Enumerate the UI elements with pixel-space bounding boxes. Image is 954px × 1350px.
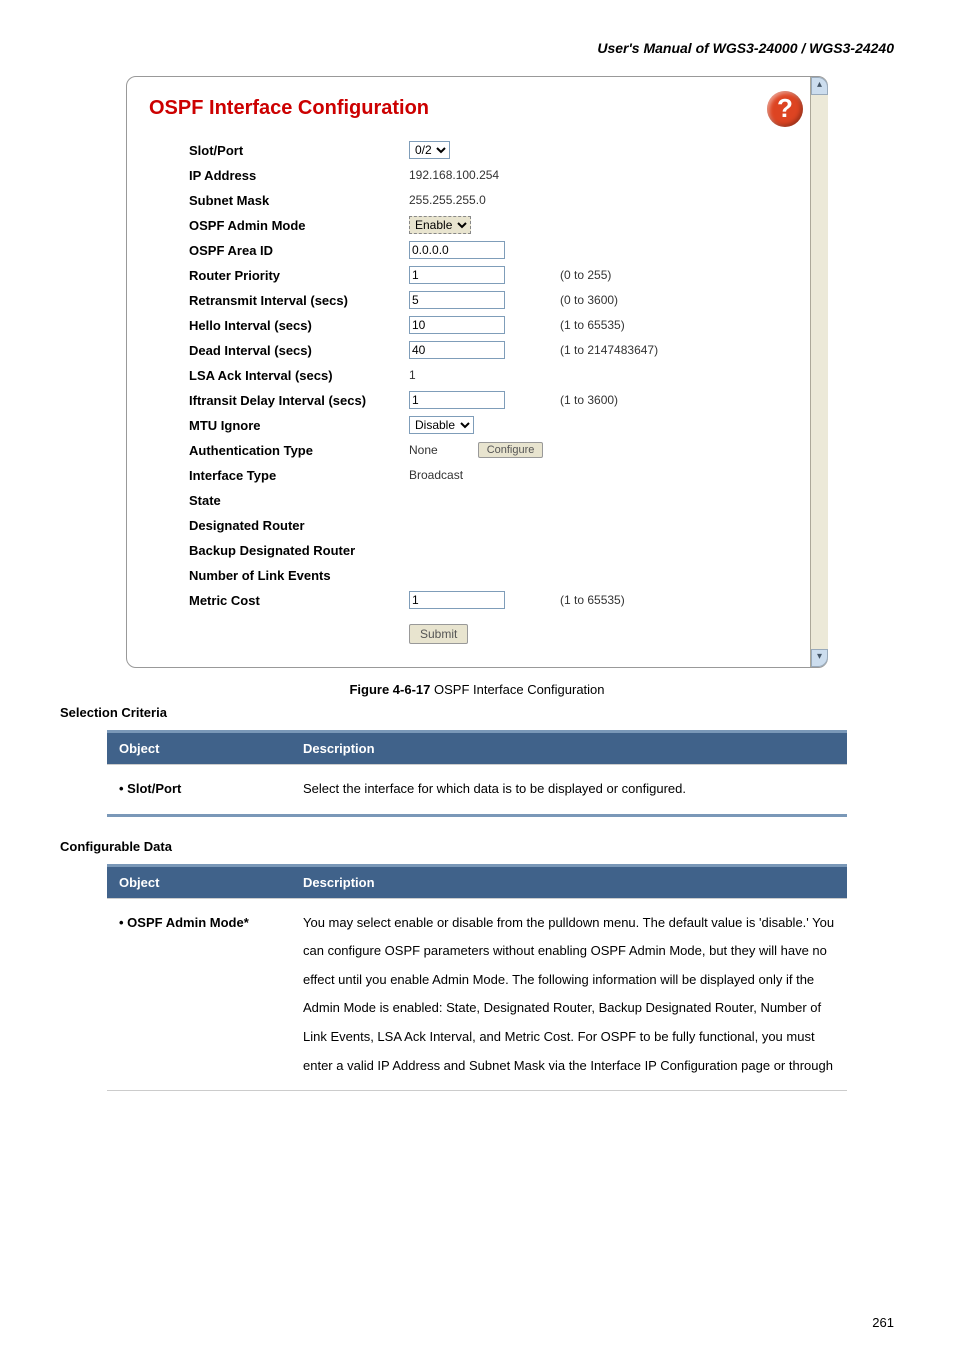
value-lsa-ack: 1 — [409, 368, 416, 382]
submit-button[interactable]: Submit — [409, 624, 468, 644]
label-hello: Hello Interval (secs) — [189, 318, 409, 333]
range-hello: (1 to 65535) — [560, 318, 625, 332]
label-iftransit: Iftransit Delay Interval (secs) — [189, 393, 409, 408]
label-metric: Metric Cost — [189, 593, 409, 608]
router-priority-input[interactable] — [409, 266, 505, 284]
label-dr: Designated Router — [189, 518, 409, 533]
range-iftransit: (1 to 3600) — [560, 393, 618, 407]
label-bdr: Backup Designated Router — [189, 543, 409, 558]
metric-input[interactable] — [409, 591, 505, 609]
cell-object: Slot/Port — [119, 781, 181, 796]
th-desc: Description — [291, 732, 847, 765]
range-metric: (1 to 65535) — [560, 593, 625, 607]
label-router-priority: Router Priority — [189, 268, 409, 283]
panel-title: OSPF Interface Configuration — [149, 97, 805, 120]
th-object: Object — [107, 732, 291, 765]
slot-port-select[interactable]: 0/2 — [409, 141, 450, 159]
value-auth: None — [409, 443, 438, 457]
table-row: Slot/Port Select the interface for which … — [107, 765, 847, 816]
configure-button[interactable]: Configure — [478, 442, 544, 458]
page-number: 261 — [872, 1315, 894, 1330]
screenshot-panel: ▴▾ ? OSPF Interface Configuration Slot/P… — [126, 76, 828, 668]
th-desc: Description — [291, 865, 847, 898]
range-retransmit: (0 to 3600) — [560, 293, 618, 307]
label-subnet-mask: Subnet Mask — [189, 193, 409, 208]
range-dead: (1 to 2147483647) — [560, 343, 658, 357]
table-configurable: ObjectDescription OSPF Admin Mode* You ma… — [107, 864, 847, 1092]
th-object: Object — [107, 865, 291, 898]
cell-desc: You may select enable or disable from th… — [291, 898, 847, 1091]
label-mtu: MTU Ignore — [189, 418, 409, 433]
label-dead: Dead Interval (secs) — [189, 343, 409, 358]
section-configurable-data: Configurable Data — [60, 839, 894, 854]
help-icon[interactable]: ? — [767, 91, 803, 127]
value-ip-address: 192.168.100.254 — [409, 168, 499, 182]
dead-input[interactable] — [409, 341, 505, 359]
value-subnet-mask: 255.255.255.0 — [409, 193, 486, 207]
area-id-input[interactable] — [409, 241, 505, 259]
table-selection: ObjectDescription Slot/Port Select the in… — [107, 730, 847, 817]
mtu-select[interactable]: Disable — [409, 416, 474, 434]
scroll-up-icon[interactable]: ▴ — [811, 77, 828, 95]
label-state: State — [189, 493, 409, 508]
label-nle: Number of Link Events — [189, 568, 409, 583]
cell-desc: Select the interface for which data is t… — [291, 765, 847, 816]
hello-input[interactable] — [409, 316, 505, 334]
retransmit-input[interactable] — [409, 291, 505, 309]
scrollbar[interactable]: ▴▾ — [810, 77, 828, 667]
label-auth: Authentication Type — [189, 443, 409, 458]
label-slot-port: Slot/Port — [189, 143, 409, 158]
figure-caption: Figure 4-6-17 OSPF Interface Configurati… — [60, 682, 894, 697]
value-interface-type: Broadcast — [409, 468, 463, 482]
table-row: OSPF Admin Mode* You may select enable or… — [107, 898, 847, 1091]
label-ip-address: IP Address — [189, 168, 409, 183]
page-header: User's Manual of WGS3-24000 / WGS3-24240 — [60, 40, 894, 56]
label-lsa-ack: LSA Ack Interval (secs) — [189, 368, 409, 383]
cell-object: OSPF Admin Mode* — [119, 915, 249, 930]
iftransit-input[interactable] — [409, 391, 505, 409]
section-selection-criteria: Selection Criteria — [60, 705, 894, 720]
label-area-id: OSPF Area ID — [189, 243, 409, 258]
label-admin-mode: OSPF Admin Mode — [189, 218, 409, 233]
admin-mode-select[interactable]: Enable — [409, 216, 471, 234]
label-interface-type: Interface Type — [189, 468, 409, 483]
label-retransmit: Retransmit Interval (secs) — [189, 293, 409, 308]
range-router-priority: (0 to 255) — [560, 268, 611, 282]
